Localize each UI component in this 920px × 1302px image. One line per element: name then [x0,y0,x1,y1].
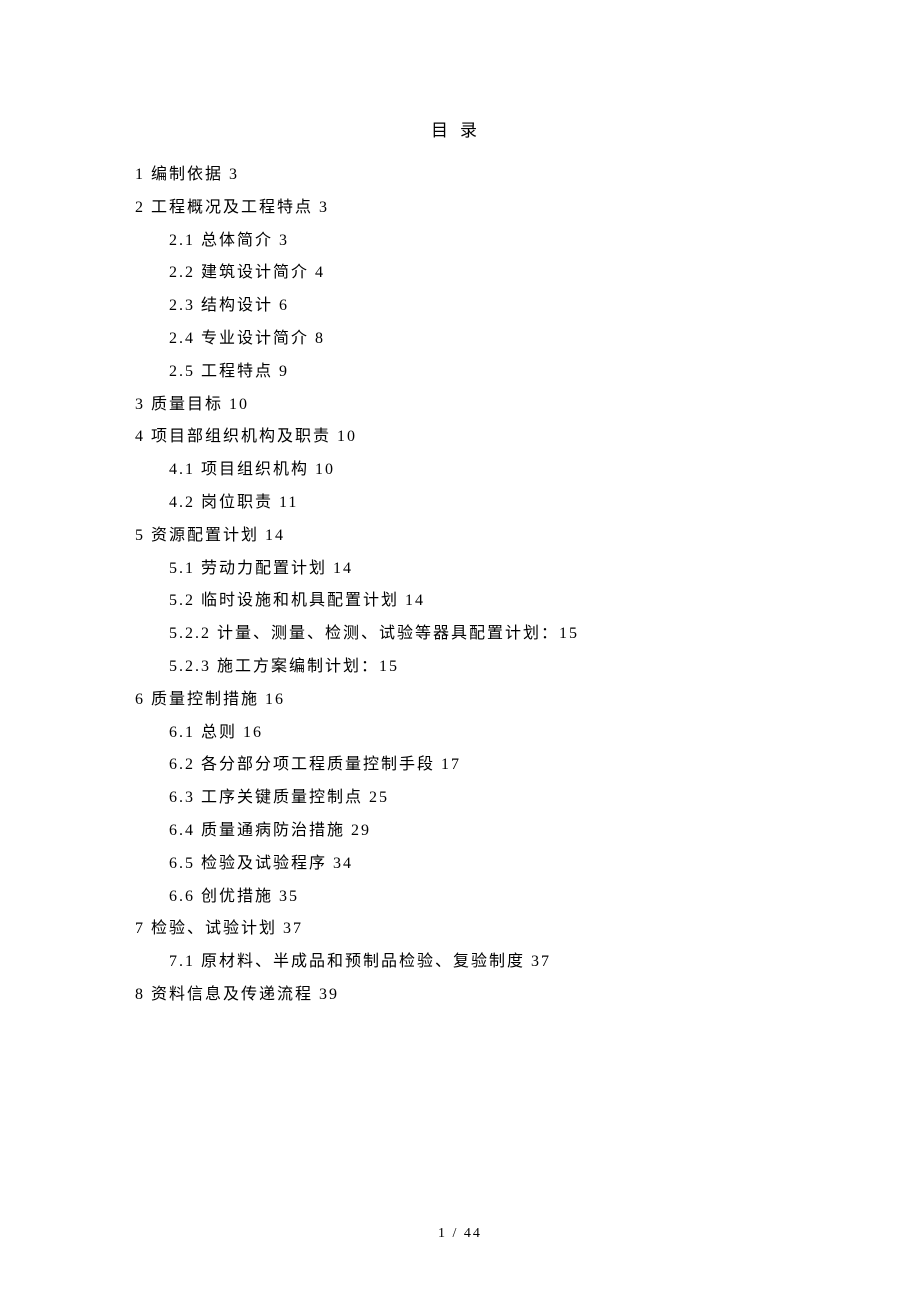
toc-entry: 6.3 工序关键质量控制点 25 [135,782,785,815]
toc-entry: 2.1 总体简介 3 [135,225,785,258]
toc-entry: 5.2.2 计量、测量、检测、试验等器具配置计划：15 [135,618,785,651]
toc-entry: 5 资源配置计划 14 [135,520,785,553]
toc-entry: 6.6 创优措施 35 [135,881,785,914]
table-of-contents: 1 编制依据 32 工程概况及工程特点 32.1 总体简介 32.2 建筑设计简… [135,159,785,1012]
toc-entry: 4 项目部组织机构及职责 10 [135,421,785,454]
page-footer: 1 / 44 [0,1226,920,1242]
document-page: 目录 1 编制依据 32 工程概况及工程特点 32.1 总体简介 32.2 建筑… [0,0,920,1012]
toc-entry: 5.2 临时设施和机具配置计划 14 [135,585,785,618]
toc-entry: 4.2 岗位职责 11 [135,487,785,520]
toc-entry: 4.1 项目组织机构 10 [135,454,785,487]
toc-entry: 2.3 结构设计 6 [135,290,785,323]
toc-entry: 8 资料信息及传递流程 39 [135,979,785,1012]
toc-entry: 5.2.3 施工方案编制计划：15 [135,651,785,684]
page-title: 目录 [135,116,785,141]
toc-entry: 2 工程概况及工程特点 3 [135,192,785,225]
toc-entry: 7 检验、试验计划 37 [135,913,785,946]
toc-entry: 6.2 各分部分项工程质量控制手段 17 [135,749,785,782]
toc-entry: 7.1 原材料、半成品和预制品检验、复验制度 37 [135,946,785,979]
toc-entry: 3 质量目标 10 [135,389,785,422]
toc-entry: 6.5 检验及试验程序 34 [135,848,785,881]
toc-entry: 2.2 建筑设计简介 4 [135,257,785,290]
toc-entry: 6.1 总则 16 [135,717,785,750]
toc-entry: 1 编制依据 3 [135,159,785,192]
toc-entry: 5.1 劳动力配置计划 14 [135,553,785,586]
toc-entry: 2.5 工程特点 9 [135,356,785,389]
toc-entry: 6 质量控制措施 16 [135,684,785,717]
toc-entry: 2.4 专业设计简介 8 [135,323,785,356]
toc-entry: 6.4 质量通病防治措施 29 [135,815,785,848]
